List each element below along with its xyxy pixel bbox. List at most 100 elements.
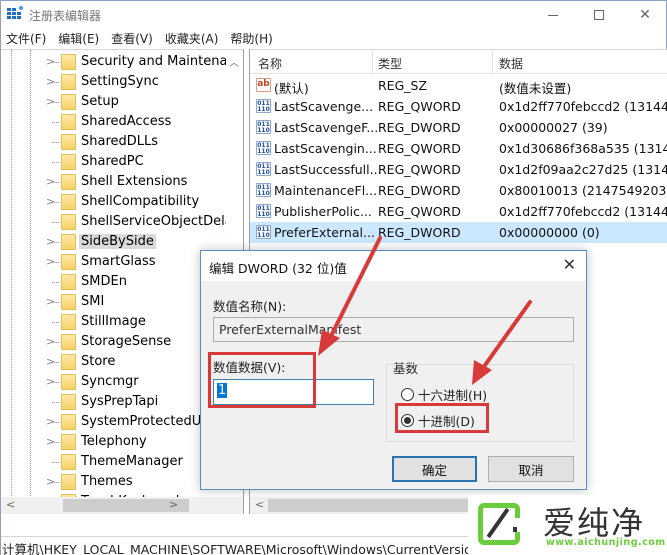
dialog-title-bar: 编辑 DWORD (32 位)值 ✕ — [201, 251, 586, 281]
value-type: REG_DWORD — [378, 120, 461, 135]
column-header-name[interactable]: 名称 — [258, 55, 282, 72]
watermark-logo-icon — [478, 503, 522, 545]
maximize-button[interactable] — [576, 1, 622, 29]
tree-item[interactable]: SysPrepTapi — [1, 392, 227, 412]
tree-connector — [52, 342, 59, 343]
regedit-icon — [7, 6, 23, 21]
menu-edit[interactable]: 编辑(E) — [52, 29, 105, 49]
scroll-up-icon[interactable]: ︿ — [229, 54, 239, 69]
folder-icon — [61, 94, 76, 110]
tree-item[interactable]: > SettingSync — [1, 72, 227, 92]
tree-item[interactable]: > Themes — [1, 472, 227, 492]
tree-item-label: Themes — [81, 474, 133, 489]
ok-button[interactable]: 确定 — [392, 456, 477, 482]
folder-icon — [61, 234, 76, 250]
scroll-left-icon[interactable]: < — [6, 498, 15, 511]
value-row[interactable]: 011 110 PublisherPolic... REG_QWORD 0x1d2ff7… — [250, 201, 667, 222]
folder-icon — [61, 434, 76, 450]
maximize-icon — [594, 10, 604, 20]
tree-item[interactable]: > Syncmgr — [1, 372, 227, 392]
value-row[interactable]: 011 110 LastSuccessfull... REG_QWORD 0x1d2f0… — [250, 159, 667, 180]
value-row[interactable]: 011 110 LastScavenge... REG_QWORD 0x1d2ff770… — [250, 96, 667, 117]
radio-unchecked-icon[interactable] — [401, 388, 414, 401]
binary-value-icon: 011 110 — [256, 204, 271, 218]
value-data: (数值未设置) — [499, 81, 572, 96]
column-header-type[interactable]: 类型 — [378, 55, 402, 72]
folder-icon — [61, 114, 76, 130]
folder-icon — [61, 334, 76, 350]
value-type: REG_DWORD — [378, 183, 461, 198]
folder-icon — [61, 474, 76, 490]
value-row[interactable]: ab (默认) REG_SZ (数值未设置) — [250, 75, 667, 96]
value-type: REG_QWORD — [378, 204, 461, 219]
menu-help[interactable]: 帮助(H) — [224, 29, 278, 49]
tree-connector — [52, 242, 59, 243]
string-value-icon: ab — [256, 78, 271, 92]
value-type: REG_QWORD — [378, 141, 461, 156]
tree-item[interactable]: > SmartGlass — [1, 252, 227, 272]
value-name: LastSuccessfull... — [274, 162, 382, 177]
tree-item[interactable]: > SideBySide — [1, 232, 227, 252]
tree-horizontal-scrollbar[interactable]: < > — [1, 497, 243, 514]
scroll-left-icon[interactable]: < — [255, 498, 264, 511]
tree-item[interactable]: ShellServiceObjectDelayLoad — [1, 212, 243, 232]
tree-item[interactable]: > SMI — [1, 292, 227, 312]
minimize-icon — [548, 14, 558, 16]
binary-value-icon: 011 110 — [256, 99, 271, 113]
tree-item[interactable]: > Security and Maintenance — [1, 52, 243, 72]
tree-item[interactable]: ThemeManager — [1, 452, 227, 472]
tree-item[interactable]: SharedPC — [1, 152, 227, 172]
tree-connector — [52, 222, 59, 223]
tree-item[interactable]: StillImage — [1, 312, 227, 332]
value-row[interactable]: 011 110 LastScavengin... REG_QWORD 0x1d30686… — [250, 138, 667, 159]
close-button[interactable]: ✕ — [622, 1, 667, 29]
tree-connector — [52, 382, 59, 383]
tree-item-label: ShellCompatibility — [81, 194, 200, 209]
column-divider[interactable] — [492, 50, 493, 74]
menu-file[interactable]: 文件(F) — [1, 29, 52, 49]
column-divider[interactable] — [372, 50, 373, 74]
minimize-button[interactable] — [530, 1, 576, 29]
value-name: (默认) — [274, 81, 309, 96]
menu-favorites[interactable]: 收藏夹(A) — [159, 29, 225, 49]
tree-item[interactable]: SMDEn — [1, 272, 227, 292]
tree-connector — [52, 182, 59, 183]
folder-icon — [61, 354, 76, 370]
tree-item[interactable]: > Setup — [1, 92, 227, 112]
value-row[interactable]: 011 110 LastScavengeF... REG_DWORD 0x0000002… — [250, 117, 667, 138]
scroll-right-icon[interactable]: > — [169, 498, 178, 511]
folder-icon — [61, 314, 76, 330]
value-type: REG_SZ — [378, 78, 428, 93]
tree-item[interactable]: > Shell Extensions — [1, 172, 227, 192]
cancel-button[interactable]: 取消 — [488, 456, 574, 482]
close-icon: ✕ — [639, 7, 651, 23]
column-header-data[interactable]: 数据 — [499, 55, 523, 72]
tree-item[interactable]: > StorageSense — [1, 332, 227, 352]
hexadecimal-radio[interactable]: 十六进制(H) — [401, 385, 487, 404]
folder-icon — [61, 294, 76, 310]
tree-item[interactable]: > Store — [1, 352, 227, 372]
value-name: PreferExternal... — [274, 225, 375, 240]
folder-icon — [61, 134, 76, 150]
dialog-close-button[interactable]: ✕ — [563, 255, 576, 274]
value-name: PublisherPolic... — [274, 204, 372, 219]
tree-connector — [52, 422, 59, 423]
tree-connector — [52, 462, 59, 463]
tree-item-label: SideBySide — [79, 234, 156, 249]
scroll-thumb[interactable] — [268, 499, 468, 512]
tree-item[interactable]: SharedAccess — [1, 112, 227, 132]
menu-view[interactable]: 查看(V) — [105, 29, 159, 49]
value-name: LastScavenge... — [274, 99, 374, 114]
tree-connector — [52, 102, 59, 103]
folder-icon — [61, 454, 76, 470]
hexadecimal-label: 十六进制(H) — [418, 388, 488, 403]
tree-item[interactable]: > SystemProtectedUserData — [1, 412, 243, 432]
tree-item[interactable]: SharedDLLs — [1, 132, 227, 152]
watermark: 爱纯净 www.aichunjing.com — [468, 495, 667, 555]
tree-item[interactable]: > Telephony — [1, 432, 227, 452]
value-data: 0x80010013 (2147549203) — [499, 183, 667, 198]
value-row[interactable]: 011 110 MaintenanceFl... REG_DWORD 0x8001001… — [250, 180, 667, 201]
folder-icon — [61, 374, 76, 390]
tree-item[interactable]: > ShellCompatibility — [1, 192, 227, 212]
value-row[interactable]: 011 110 PreferExternal... REG_DWORD 0x000000… — [250, 222, 667, 243]
